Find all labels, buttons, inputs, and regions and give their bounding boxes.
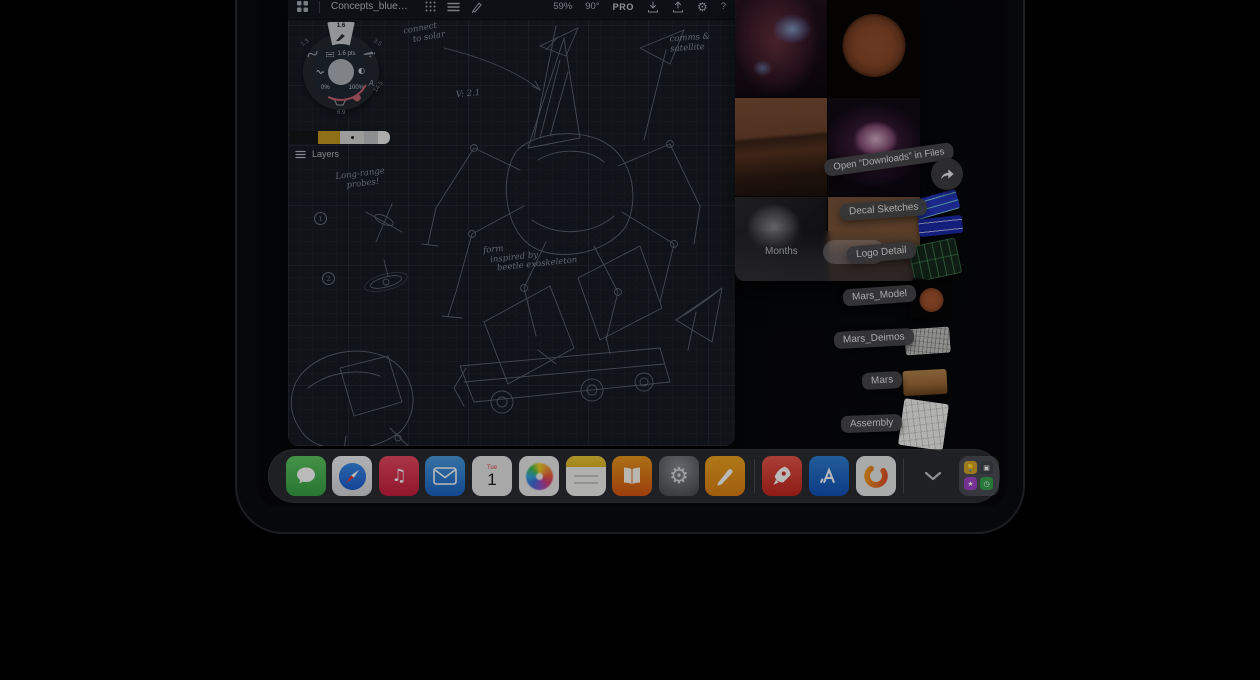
dock: ♫ Tue 1 [268, 449, 1000, 503]
app-library-grid-icon: 💡 ▣ ★ ◷ [964, 461, 994, 490]
export-share-icon[interactable] [672, 1, 684, 13]
precision-grid-icon[interactable] [425, 1, 436, 12]
notes-header-strip [566, 456, 606, 467]
dock-app-calendar[interactable]: Tue 1 [472, 456, 512, 496]
share-arrow-icon [939, 167, 955, 181]
mini-clock-icon: ◷ [980, 477, 993, 490]
dock-collapse-chevron[interactable] [921, 464, 945, 488]
photos-flower-icon [526, 463, 553, 490]
settings-gear-icon[interactable]: ⚙ [697, 0, 708, 14]
mini-tips-icon: 💡 [964, 461, 977, 474]
dock-app-notes[interactable] [566, 456, 606, 496]
drag-label-mars[interactable]: Mars [862, 371, 903, 390]
dock-app-books[interactable] [612, 456, 652, 496]
stroke-preview-icon [326, 52, 334, 57]
layers-label: Layers [312, 149, 339, 159]
drag-label-mars-model[interactable]: Mars_Model [842, 284, 916, 306]
stroke-menu-icon[interactable] [447, 2, 460, 12]
dock-app-music[interactable]: ♫ [379, 456, 419, 496]
dock-app-photos[interactable] [519, 456, 559, 496]
calendar-day: 1 [487, 471, 496, 488]
document-title[interactable]: Concepts_blue… [331, 1, 408, 12]
dock-app-library[interactable]: 💡 ▣ ★ ◷ [959, 456, 999, 496]
toolbar-divider [319, 1, 320, 13]
color-preview-circle[interactable] [328, 59, 354, 85]
settings-gear-glyph: ⚙ [659, 456, 699, 496]
swatch-white[interactable] [378, 131, 390, 144]
tool-size-bottom: 6.9 [337, 110, 345, 116]
concepts-toolbar: Concepts_blue… 59% 90° PRO [288, 0, 735, 20]
mail-envelope-icon [433, 467, 457, 485]
canvas-rotation[interactable]: 90° [585, 1, 599, 12]
drag-thumb-assembly[interactable] [898, 398, 949, 451]
photo-mars-dune-landscape[interactable] [735, 98, 827, 196]
photo-orion-nebula[interactable] [828, 98, 920, 196]
dock-app-rocket[interactable] [762, 456, 802, 496]
opacity-half-icon: ◐ [358, 66, 365, 75]
photo-mars-globe[interactable] [828, 0, 920, 97]
music-note-icon: ♫ [379, 456, 419, 496]
stroke-width-value: 1.6 pts [337, 51, 355, 57]
layers-button[interactable]: Layers [295, 149, 339, 159]
opacity-min-label: 0% [321, 85, 330, 91]
mini-star-icon: ★ [964, 477, 977, 490]
pen-icon [712, 463, 738, 489]
annotation-comms-satellite: comms & satellite [669, 33, 711, 55]
dock-app-messages[interactable] [286, 456, 326, 496]
rocket-icon [769, 463, 795, 489]
dock-divider-1 [754, 459, 755, 493]
pressure-curve-icon [316, 68, 325, 75]
concepts-c-icon [860, 460, 892, 492]
selected-swatch-dot [351, 136, 354, 139]
import-icon[interactable] [647, 1, 659, 13]
drag-thumb-mars[interactable] [902, 369, 947, 396]
drag-label-mars-deimos[interactable]: Mars_Deimos [834, 328, 914, 349]
tool-wheel-inner[interactable]: 1.6 pts ◐ 0% 100% [313, 44, 369, 100]
share-arrow-badge[interactable] [931, 158, 963, 190]
pro-badge[interactable]: PRO [613, 2, 634, 12]
page: connect to solar comms & satellite V: 2.… [0, 0, 1260, 680]
dock-app-sketch-pen[interactable] [705, 456, 745, 496]
color-swatch-bar [290, 131, 390, 144]
pen-tool-icon [335, 33, 347, 42]
chevron-down-icon [924, 471, 942, 481]
dock-app-mail[interactable] [425, 456, 465, 496]
layers-menu-icon [295, 150, 306, 159]
drag-label-assembly[interactable]: Assembly [841, 414, 903, 433]
concepts-app-window[interactable]: connect to solar comms & satellite V: 2.… [288, 0, 735, 446]
swatch-light-selected[interactable] [340, 131, 364, 144]
dock-app-safari[interactable] [332, 456, 372, 496]
photo-horsehead-nebula[interactable] [735, 0, 827, 97]
selected-tool-size: 1.6 [326, 23, 356, 29]
swatch-gold[interactable] [318, 131, 340, 144]
dock-divider-2 [903, 459, 904, 493]
message-bubble-icon [293, 463, 319, 489]
tool-wheel[interactable]: 1.6 1.3 3.5 14.5 6.9 A 1.6 pt [303, 34, 379, 110]
zoom-level[interactable]: 59% [553, 1, 572, 12]
workspace-grid-icon[interactable] [297, 1, 308, 12]
segment-months[interactable]: Months [765, 246, 798, 257]
ipad-screen: connect to solar comms & satellite V: 2.… [258, 0, 1006, 507]
open-book-icon [620, 465, 644, 487]
selection-pen-icon[interactable] [471, 1, 483, 13]
opacity-max-label: 100% [349, 85, 364, 91]
drag-thumb-mars-model[interactable] [908, 278, 955, 322]
text-tool-icon[interactable]: A [369, 79, 374, 88]
mini-camera-icon: ▣ [980, 461, 993, 474]
swatch-gray[interactable] [364, 131, 378, 144]
swatch-black[interactable] [290, 131, 318, 144]
safari-compass-icon [337, 461, 368, 492]
ipad-device-frame: connect to solar comms & satellite V: 2.… [237, 0, 1023, 532]
help-button[interactable]: ? [721, 1, 726, 12]
photos-app-window[interactable]: Months All [735, 0, 920, 281]
dock-app-appstore[interactable] [809, 456, 849, 496]
dock-app-settings[interactable]: ⚙ [659, 456, 699, 496]
dock-app-concepts[interactable] [856, 456, 896, 496]
appstore-a-icon [816, 463, 842, 489]
